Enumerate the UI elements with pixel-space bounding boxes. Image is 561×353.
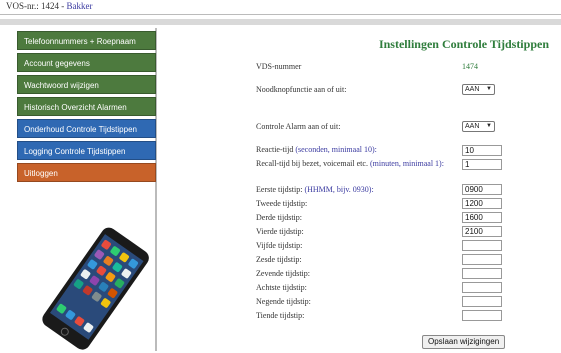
page-title: Instellingen Controle Tijdstippen — [378, 37, 549, 51]
alarm-label: Controle Alarm aan of uit: — [256, 122, 341, 131]
recall-input[interactable]: 1 — [462, 159, 502, 170]
time-input-4[interactable]: 2100 — [462, 226, 502, 237]
header-divider — [0, 19, 561, 25]
time-input-10[interactable] — [462, 310, 502, 321]
reactie-label-text: Reactie-tijd — [256, 145, 296, 154]
time-hint: (HHMM, bijv. 0930): — [304, 185, 374, 194]
time-input-9[interactable] — [462, 296, 502, 307]
time-label-3: Derde tijdstip: — [256, 213, 302, 222]
sidebar: Telefoonnummers + Roepnaam Account gegev… — [15, 28, 157, 351]
sidebar-item-logging-times[interactable]: Logging Controle Tijdstippen — [17, 141, 156, 160]
alarm-select-value: AAN — [465, 123, 480, 130]
top-bar: VOS-nr.: 1424 - Bakker — [0, 0, 561, 15]
time-label-5: Vijfde tijdstip: — [256, 241, 303, 250]
time-label-7: Zevende tijdstip: — [256, 269, 310, 278]
nood-select[interactable]: AAN ▼ — [462, 84, 495, 95]
dropdown-arrow-icon: ▼ — [486, 123, 492, 129]
sidebar-item-account[interactable]: Account gegevens — [17, 53, 156, 72]
time-label-8: Achtste tijdstip: — [256, 283, 307, 292]
time-label-9: Negende tijdstip: — [256, 297, 311, 306]
vos-number-text: VOS-nr.: 1424 - Bakker — [6, 1, 93, 11]
smartphone-illustration — [42, 227, 149, 350]
time-label-2: Tweede tijdstip: — [256, 199, 308, 208]
time-input-5[interactable] — [462, 240, 502, 251]
time-label-6: Zesde tijdstip: — [256, 255, 302, 264]
time-input-3[interactable]: 1600 — [462, 212, 502, 223]
recall-label: Recall-tijd bij bezet, voicemail etc. (m… — [256, 159, 444, 168]
nood-select-value: AAN — [465, 86, 480, 93]
time-input-2[interactable]: 1200 — [462, 198, 502, 209]
alarm-select[interactable]: AAN ▼ — [462, 121, 495, 132]
sidebar-item-logout[interactable]: Uitloggen — [17, 163, 156, 182]
time-label-1: Eerste tijdstip: (HHMM, bijv. 0930): — [256, 185, 374, 194]
time-label-4: Vierde tijdstip: — [256, 227, 304, 236]
vos-prefix: VOS-nr.: 1424 - — [6, 1, 67, 11]
reactie-hint: (seconden, minimaal 10): — [295, 145, 377, 154]
sidebar-item-maintenance-times[interactable]: Onderhoud Controle Tijdstippen — [17, 119, 156, 138]
sidebar-item-alarm-history[interactable]: Historisch Overzicht Alarmen — [17, 97, 156, 116]
time-label-text: Eerste tijdstip: — [256, 185, 305, 194]
reactie-label: Reactie-tijd (seconden, minimaal 10): — [256, 145, 377, 154]
time-input-1[interactable]: 0900 — [462, 184, 502, 195]
sidebar-item-phone-numbers[interactable]: Telefoonnummers + Roepnaam — [17, 31, 156, 50]
main-panel: Instellingen Controle Tijdstippen VDS-nu… — [160, 28, 561, 351]
time-label-10: Tiende tijdstip: — [256, 311, 305, 320]
dropdown-arrow-icon: ▼ — [486, 86, 492, 92]
recall-hint: (minuten, minimaal 1): — [369, 159, 444, 168]
time-input-7[interactable] — [462, 268, 502, 279]
vds-value: 1474 — [462, 62, 478, 71]
vds-label: VDS-nummer — [256, 62, 302, 71]
sidebar-item-password[interactable]: Wachtwoord wijzigen — [17, 75, 156, 94]
time-input-8[interactable] — [462, 282, 502, 293]
nood-label: Noodknopfunctie aan of uit: — [256, 85, 347, 94]
reactie-input[interactable]: 10 — [462, 145, 502, 156]
vos-name-link[interactable]: Bakker — [67, 1, 93, 11]
save-button[interactable]: Opslaan wijzigingen — [422, 335, 506, 349]
recall-label-text: Recall-tijd bij bezet, voicemail etc. — [256, 159, 370, 168]
time-input-6[interactable] — [462, 254, 502, 265]
